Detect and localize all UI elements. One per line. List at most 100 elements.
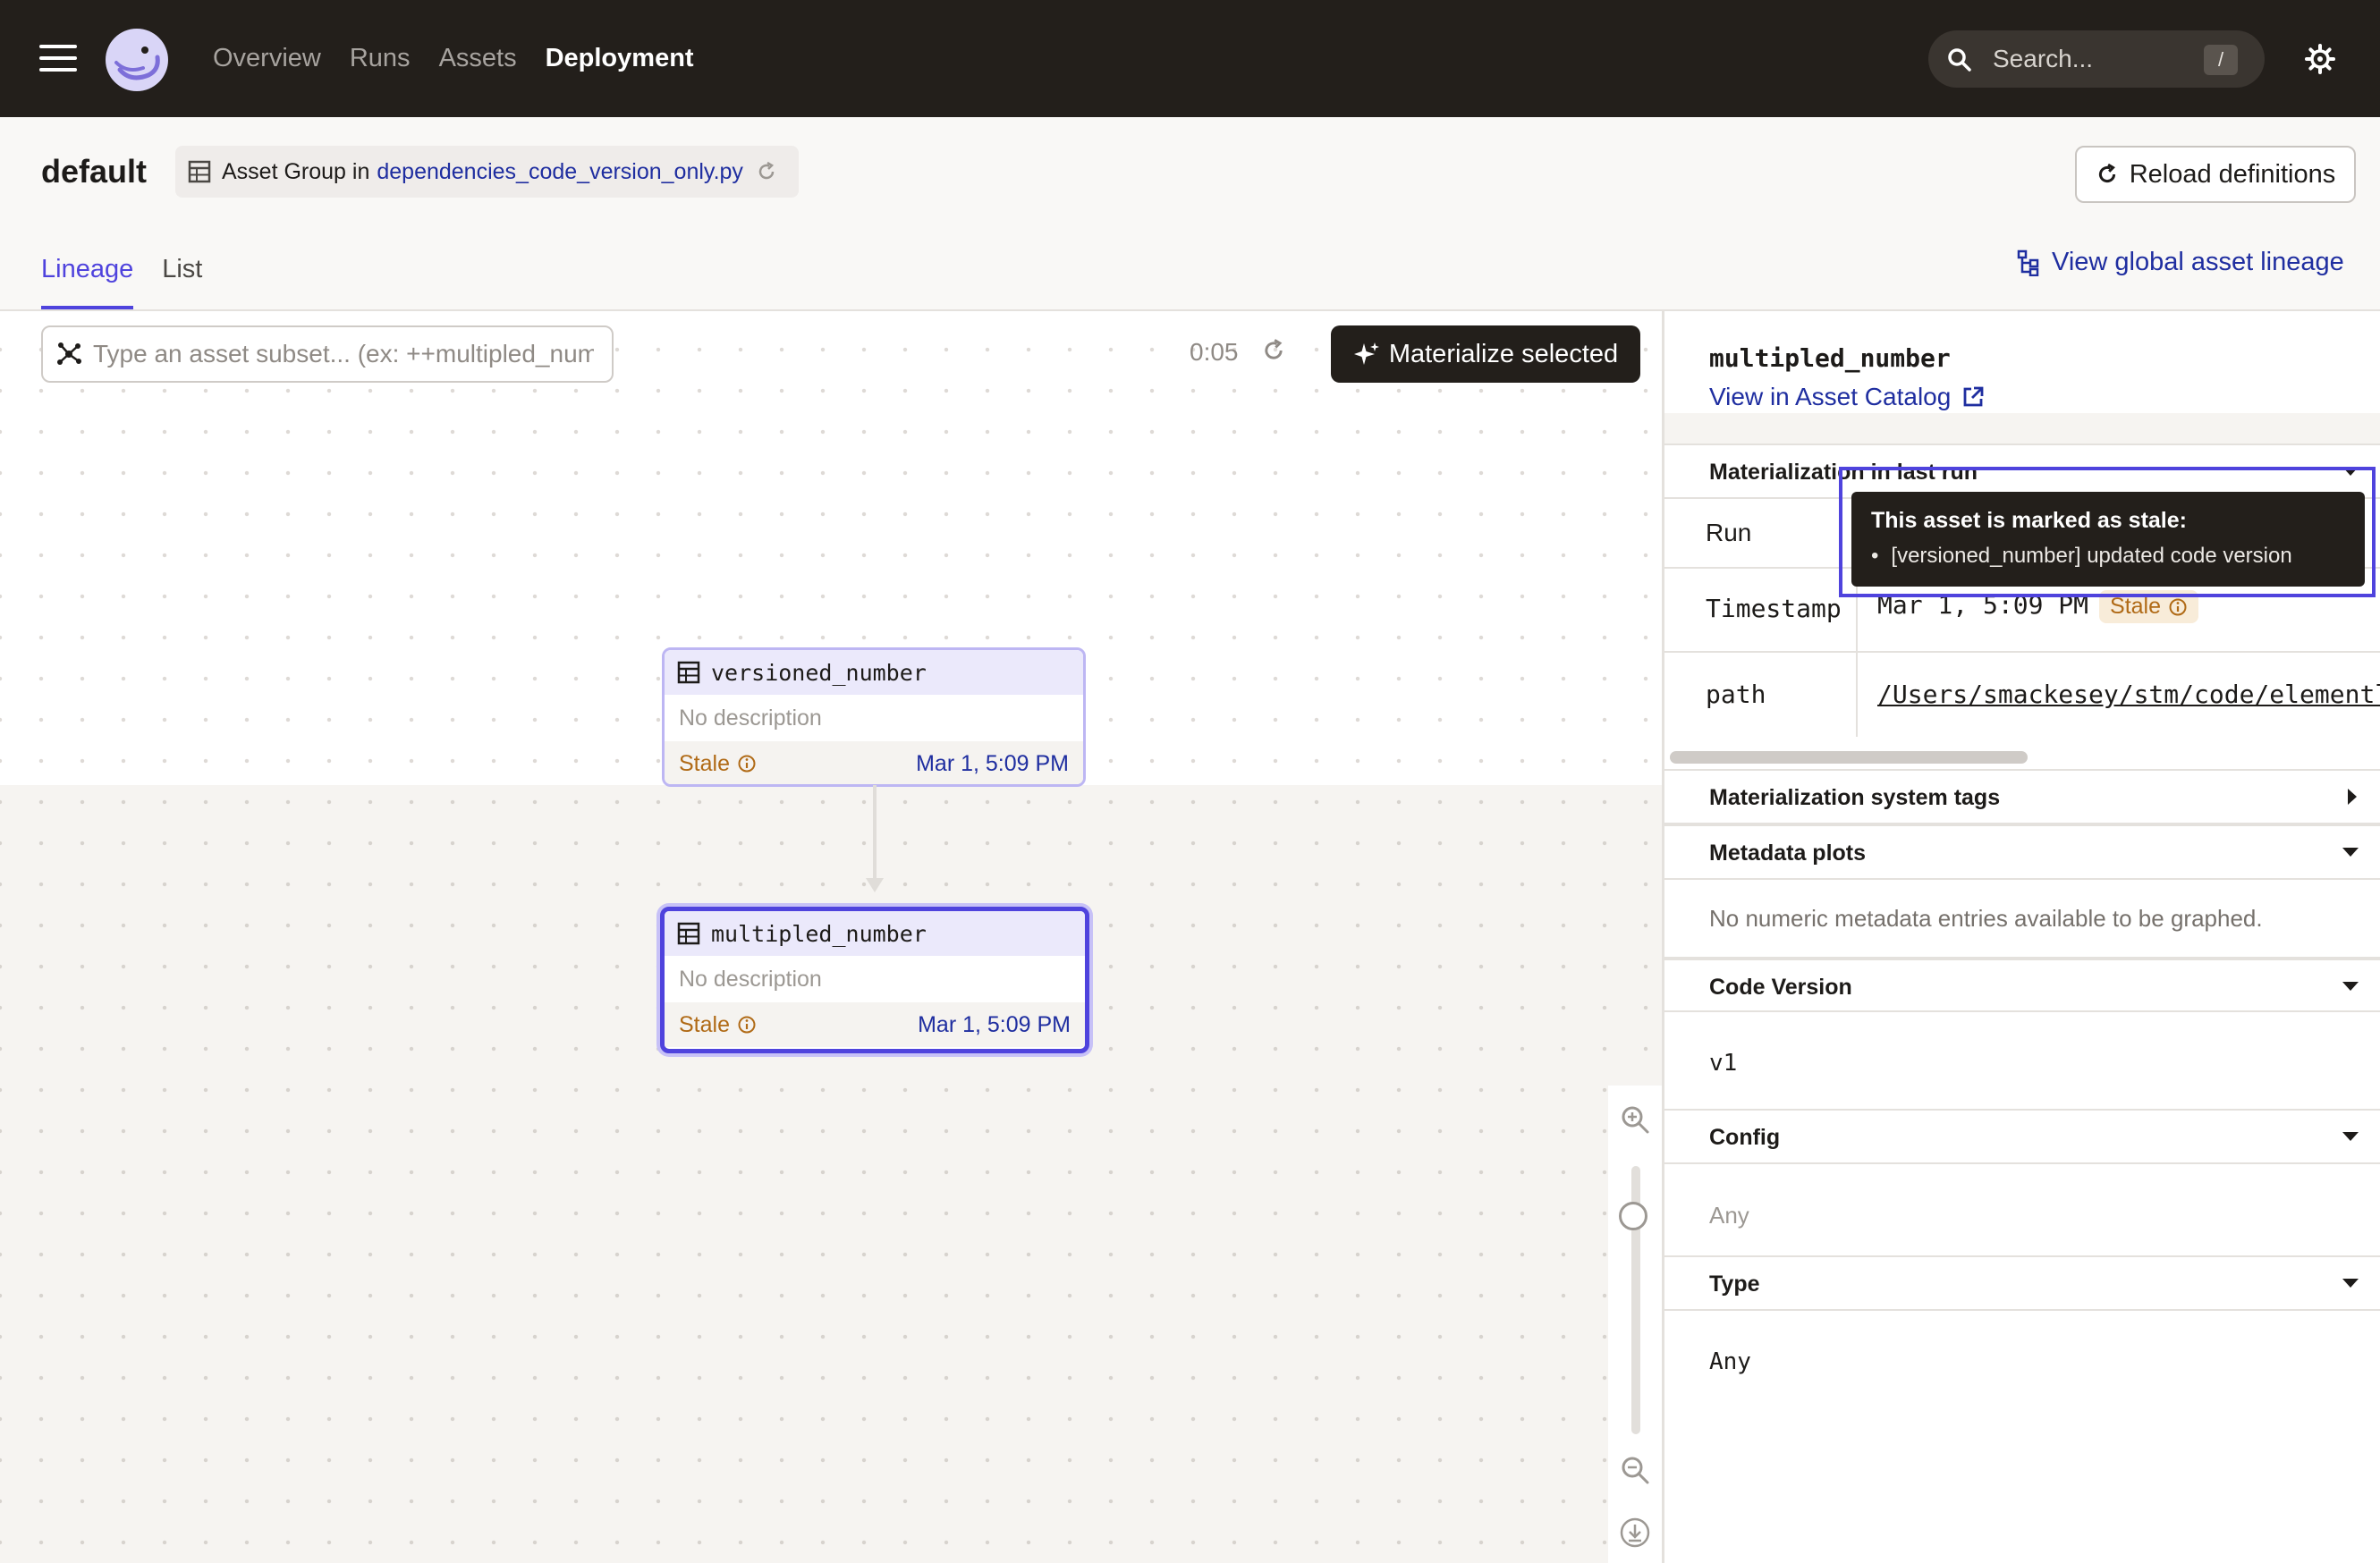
- panel-divider: [1664, 413, 2380, 445]
- table-icon: [677, 922, 700, 945]
- zoom-slider-handle[interactable]: [1619, 1202, 1647, 1230]
- menu-icon[interactable]: [39, 45, 77, 73]
- section-code-version-label: Code Version: [1709, 975, 1852, 1000]
- search-shortcut-key: /: [2204, 45, 2238, 75]
- section-system-tags[interactable]: Materialization system tags: [1664, 769, 2380, 824]
- node-name: versioned_number: [711, 659, 927, 686]
- download-icon[interactable]: [1619, 1517, 1651, 1549]
- metadata-key: Run: [1706, 519, 1752, 546]
- node-description: No description: [679, 966, 822, 992]
- view-in-asset-catalog-link[interactable]: View in Asset Catalog: [1709, 383, 1985, 411]
- section-type[interactable]: Type: [1664, 1255, 2380, 1311]
- code-version-value: v1: [1709, 1050, 1738, 1077]
- asset-selection-icon: [57, 342, 81, 365]
- lineage-icon: [2017, 249, 2039, 276]
- external-link-icon: [1963, 386, 1984, 407]
- chevron-right-icon: [2348, 789, 2357, 805]
- table-icon: [677, 661, 700, 684]
- asset-node-multipled-number[interactable]: multipled_number No description Stale Ma…: [660, 907, 1089, 1053]
- main-nav: Overview Runs Assets Deployment: [213, 0, 723, 117]
- global-lineage-label: View global asset lineage: [2052, 248, 2344, 276]
- section-system-tags-label: Materialization system tags: [1709, 785, 2001, 810]
- stale-label: Stale: [679, 750, 730, 776]
- type-value: Any: [1709, 1348, 1751, 1375]
- refresh-icon[interactable]: [1261, 338, 1286, 363]
- materialize-label: Materialize selected: [1388, 339, 1619, 368]
- tab-lineage[interactable]: Lineage: [41, 248, 134, 309]
- lineage-edge-arrow: [866, 878, 884, 892]
- gear-icon[interactable]: [2304, 43, 2336, 75]
- reload-label: Reload definitions: [2129, 159, 2336, 189]
- asset-selection-field[interactable]: [91, 339, 596, 369]
- metadata-key: Timestamp: [1706, 594, 1842, 623]
- lineage-edge: [873, 785, 877, 883]
- metadata-plots-empty: No numeric metadata entries available to…: [1709, 905, 2263, 932]
- asset-group-prefix: Asset Group in: [222, 158, 370, 184]
- stale-label: Stale: [679, 1011, 730, 1037]
- config-value: Any: [1709, 1202, 1749, 1229]
- info-icon: [738, 755, 756, 773]
- chevron-down-icon: [2342, 1132, 2359, 1141]
- chevron-down-icon: [2342, 848, 2359, 857]
- refresh-timer: 0:05: [1190, 338, 1239, 366]
- lineage-canvas[interactable]: 0:05 Materialize selected versioned_numb…: [0, 311, 1662, 1563]
- node-timestamp[interactable]: Mar 1, 5:09 PM: [918, 1012, 1071, 1038]
- nav-overview[interactable]: Overview: [213, 44, 321, 73]
- view-global-lineage-link[interactable]: View global asset lineage: [2016, 248, 2344, 277]
- zoom-out-icon[interactable]: [1619, 1454, 1651, 1486]
- page-header: default Asset Group in dependencies_code…: [0, 117, 2380, 311]
- horizontal-scrollbar[interactable]: [1670, 751, 2028, 764]
- asset-group-info: Asset Group in dependencies_code_version…: [175, 146, 799, 198]
- tooltip-item: [versioned_number] updated code version: [1871, 544, 2291, 569]
- stale-tooltip: This asset is marked as stale: [versione…: [1839, 467, 2376, 597]
- tab-list[interactable]: List: [162, 248, 202, 309]
- node-description: No description: [679, 705, 822, 731]
- sparkle-icon: [1353, 342, 1379, 365]
- stale-status[interactable]: Stale: [679, 1012, 757, 1038]
- metadata-row-path: path /Users/smackesey/stm/code/elementl/: [1664, 653, 2380, 737]
- section-metadata-plots-label: Metadata plots: [1709, 841, 1867, 866]
- reload-definitions-button[interactable]: Reload definitions: [2075, 146, 2356, 203]
- node-header: versioned_number: [665, 650, 1083, 695]
- nav-deployment[interactable]: Deployment: [546, 44, 694, 73]
- node-timestamp[interactable]: Mar 1, 5:09 PM: [916, 751, 1069, 777]
- column-divider: [1856, 653, 1858, 737]
- chevron-down-icon: [2342, 982, 2359, 991]
- top-nav: Overview Runs Assets Deployment Search..…: [0, 0, 2380, 117]
- node-footer: Stale Mar 1, 5:09 PM: [665, 741, 1083, 784]
- nav-runs[interactable]: Runs: [350, 44, 411, 73]
- table-icon: [188, 160, 211, 183]
- stale-status[interactable]: Stale: [679, 751, 757, 777]
- page-title: default: [41, 153, 148, 190]
- info-icon: [738, 1016, 756, 1034]
- section-config-label: Config: [1709, 1125, 1781, 1150]
- tooltip-title: This asset is marked as stale:: [1871, 508, 2187, 533]
- nav-assets[interactable]: Assets: [439, 44, 517, 73]
- materialize-selected-button[interactable]: Materialize selected: [1331, 325, 1640, 383]
- chevron-down-icon: [2342, 1279, 2359, 1288]
- asset-node-versioned-number[interactable]: versioned_number No description Stale Ma…: [662, 647, 1086, 787]
- refresh-icon: [2098, 163, 2115, 183]
- search-placeholder: Search...: [1993, 45, 2094, 72]
- metadata-key: path: [1706, 680, 1766, 709]
- search-icon: [1946, 46, 1973, 73]
- refresh-icon[interactable]: [756, 161, 777, 182]
- section-code-version[interactable]: Code Version: [1664, 957, 2380, 1012]
- node-name: multipled_number: [711, 920, 927, 947]
- search-box[interactable]: Search... /: [1928, 30, 2265, 88]
- info-icon: [2169, 598, 2187, 615]
- catalog-link-label: View in Asset Catalog: [1709, 383, 1952, 410]
- code-location-link[interactable]: dependencies_code_version_only.py: [377, 159, 743, 185]
- section-config[interactable]: Config: [1664, 1109, 2380, 1164]
- node-header: multipled_number: [665, 911, 1085, 956]
- stale-badge-label: Stale: [2110, 594, 2161, 619]
- node-footer: Stale Mar 1, 5:09 PM: [665, 1002, 1085, 1047]
- section-metadata-plots[interactable]: Metadata plots: [1664, 824, 2380, 880]
- asset-selection-input[interactable]: [41, 325, 614, 383]
- dagster-logo-icon[interactable]: [104, 27, 170, 93]
- zoom-in-icon[interactable]: [1619, 1103, 1651, 1136]
- path-link[interactable]: /Users/smackesey/stm/code/elementl/: [1877, 680, 2380, 709]
- tooltip-content: This asset is marked as stale: [versione…: [1851, 492, 2365, 587]
- view-tabs: Lineage List: [41, 248, 231, 309]
- zoom-controls: [1608, 1086, 1662, 1563]
